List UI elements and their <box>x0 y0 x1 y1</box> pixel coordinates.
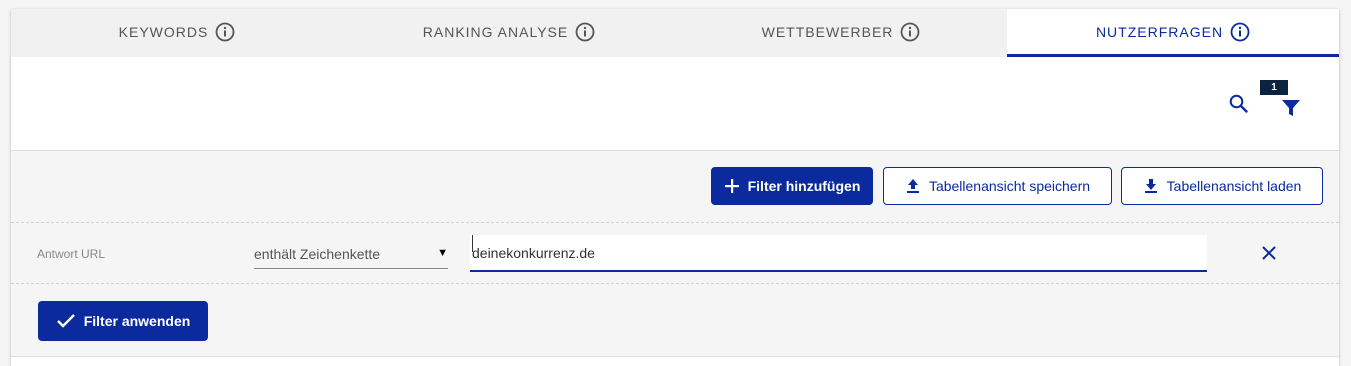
toolbar: 1 <box>11 57 1339 151</box>
add-filter-label: Filter hinzufügen <box>747 178 861 194</box>
search-icon[interactable] <box>1228 93 1250 115</box>
filter-panel: Filter hinzufügen Tabellenansicht speich… <box>11 151 1339 357</box>
tab-bar: KEYWORDS RANKING ANALYSE WETTBEWERBER NU… <box>11 9 1339 58</box>
load-view-button[interactable]: Tabellenansicht laden <box>1121 167 1323 205</box>
download-icon <box>1144 179 1157 193</box>
tab-label: NUTZERFRAGEN <box>1095 24 1224 40</box>
plus-icon <box>724 179 739 193</box>
info-icon[interactable] <box>900 22 920 42</box>
save-view-button[interactable]: Tabellenansicht speichern <box>883 167 1112 205</box>
filter-icon[interactable] <box>1279 95 1303 119</box>
filter-field-label: Antwort URL <box>37 247 106 261</box>
operator-select[interactable]: enthält Zeichenkette ▼ <box>254 235 448 269</box>
apply-filter-button[interactable]: Filter anwenden <box>38 301 208 341</box>
tab-ranking-analyse[interactable]: RANKING ANALYSE <box>343 9 675 55</box>
info-icon[interactable] <box>575 22 595 42</box>
tab-label: WETTBEWERBER <box>761 24 894 40</box>
close-icon[interactable] <box>1260 244 1278 262</box>
info-icon[interactable] <box>215 22 235 42</box>
add-filter-button[interactable]: Filter hinzufügen <box>711 167 873 205</box>
filter-value-input[interactable]: deinekonkurrenz.de <box>470 235 1207 272</box>
apply-filter-label: Filter anwenden <box>83 313 191 329</box>
load-view-label: Tabellenansicht laden <box>1166 178 1302 194</box>
divider <box>11 222 1339 223</box>
tab-keywords[interactable]: KEYWORDS <box>11 9 343 55</box>
filter-value-text: deinekonkurrenz.de <box>472 245 595 261</box>
tab-wettbewerber[interactable]: WETTBEWERBER <box>675 9 1007 55</box>
operator-value: enthält Zeichenkette <box>254 246 381 262</box>
tab-label: RANKING ANALYSE <box>422 24 569 40</box>
info-icon[interactable] <box>1230 22 1250 42</box>
check-icon <box>56 314 75 328</box>
save-view-label: Tabellenansicht speichern <box>928 178 1091 194</box>
tab-nutzerfragen[interactable]: NUTZERFRAGEN <box>1007 9 1339 57</box>
filter-count-badge: 1 <box>1260 80 1288 95</box>
divider <box>11 283 1339 284</box>
tab-label: KEYWORDS <box>118 24 209 40</box>
dropdown-arrow-icon: ▼ <box>437 247 448 259</box>
main-card: KEYWORDS RANKING ANALYSE WETTBEWERBER NU… <box>11 9 1339 366</box>
upload-icon <box>906 179 919 193</box>
